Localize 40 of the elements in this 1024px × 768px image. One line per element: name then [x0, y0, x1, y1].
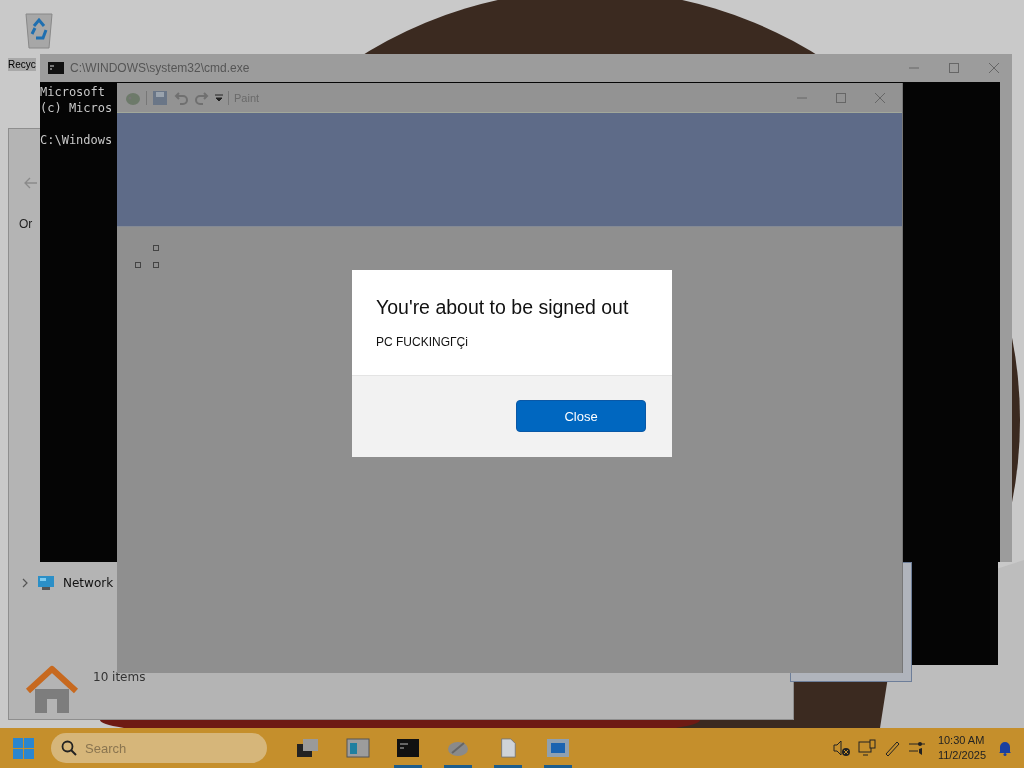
console-line: C:\Windows: [40, 132, 113, 148]
resize-handle[interactable]: [153, 262, 159, 268]
window-icon[interactable]: [346, 738, 370, 758]
notification-bell-icon[interactable]: [998, 740, 1012, 756]
clock-time[interactable]: 10:30 AM: [937, 733, 985, 748]
dropdown-icon[interactable]: [215, 93, 223, 102]
console-line: Microsoft: [40, 84, 106, 100]
start-icon[interactable]: [13, 737, 34, 759]
resize-handle[interactable]: [153, 245, 159, 251]
search-icon: [61, 740, 77, 756]
close-button[interactable]: Close: [516, 400, 646, 432]
close-icon[interactable]: [874, 91, 886, 104]
network-icon: [37, 575, 55, 591]
dialog-message: PC FUCKINGΓÇi: [376, 335, 468, 349]
resize-handle[interactable]: [135, 262, 141, 268]
back-arrow-icon[interactable]: [24, 177, 38, 189]
task-view-icon[interactable]: [296, 738, 320, 758]
speaker-muted-icon[interactable]: [832, 739, 851, 757]
console-line: (c) Micros: [40, 100, 113, 116]
save-icon[interactable]: [152, 89, 168, 106]
maximize-icon[interactable]: [948, 62, 960, 74]
home-icon: [25, 665, 79, 715]
redo-icon[interactable]: [194, 89, 210, 106]
maximize-icon[interactable]: [835, 91, 847, 104]
undo-icon[interactable]: [173, 89, 189, 106]
dialog-title: You're about to be signed out: [376, 296, 629, 319]
window-icon[interactable]: [546, 738, 570, 758]
console-icon: [48, 62, 64, 74]
console-icon[interactable]: [396, 738, 420, 758]
settings-sliders-icon[interactable]: [907, 739, 926, 757]
tree-item[interactable]: Network: [63, 576, 114, 590]
chevron-icon[interactable]: [21, 578, 29, 588]
clock-date[interactable]: 11/2/2025: [937, 748, 986, 763]
icon-label: Recyc: [8, 58, 36, 71]
status-text: 10 items: [93, 670, 146, 684]
close-icon[interactable]: [988, 62, 1000, 74]
monitor-icon[interactable]: [857, 739, 876, 757]
nav-item[interactable]: Or: [19, 217, 33, 231]
window-title: C:\WINDOWS\system32\cmd.exe: [70, 61, 250, 75]
search-field[interactable]: Search: [51, 733, 267, 763]
